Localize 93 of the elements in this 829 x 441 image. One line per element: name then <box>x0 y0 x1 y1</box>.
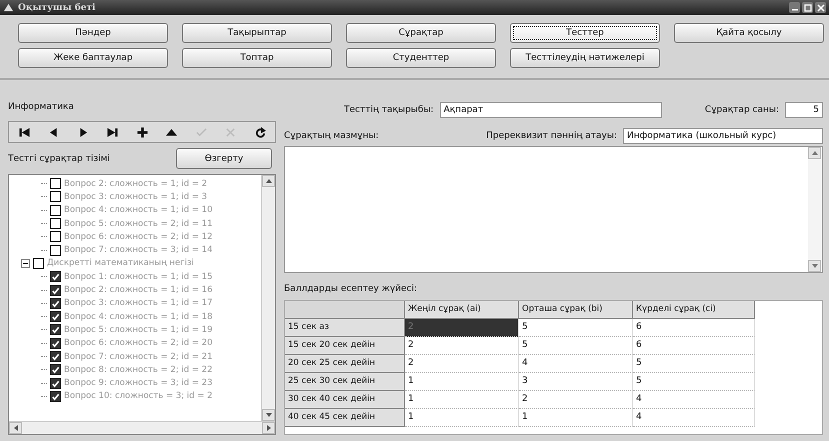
checkbox[interactable] <box>50 351 61 362</box>
content-label: Сұрақтың мазмұны: <box>284 131 379 141</box>
table-cell[interactable]: 6 <box>633 337 755 355</box>
table-cell[interactable]: 2 <box>405 337 519 355</box>
scroll-down-button[interactable] <box>262 409 275 421</box>
maximize-button[interactable] <box>802 2 813 13</box>
question-count-field[interactable]: 5 <box>785 102 823 118</box>
question-count-label: Сұрақтар саны: <box>704 105 779 115</box>
checkbox[interactable] <box>50 364 61 376</box>
right-arrow-icon <box>266 425 270 431</box>
checkbox[interactable] <box>33 258 44 269</box>
column-header: Жеңіл сұрақ (ai) <box>405 301 519 319</box>
table-cell[interactable]: 3 <box>519 373 633 391</box>
table-cell[interactable]: 4 <box>633 391 755 409</box>
checkbox[interactable] <box>50 218 61 230</box>
down-arrow-icon <box>812 264 818 268</box>
checkbox[interactable] <box>50 271 61 282</box>
checkbox[interactable] <box>50 204 61 216</box>
window-title: Оқытушы беті <box>18 2 96 12</box>
scroll-down-button[interactable] <box>808 260 821 272</box>
subject-label: Информатика <box>8 102 75 112</box>
table-cell[interactable]: 1 <box>405 409 519 427</box>
column-header: Күрделі сұрақ (ci) <box>633 301 755 319</box>
row-header: 20 сек 25 сек дейін <box>285 355 405 373</box>
maximize-icon <box>804 4 812 12</box>
checkbox[interactable] <box>50 338 61 349</box>
menu-button[interactable]: Топтар <box>182 48 332 68</box>
table-cell[interactable]: 2 <box>519 391 633 409</box>
table-cell[interactable]: 1 <box>405 391 519 409</box>
row-header: 40 сек 45 сек дейін <box>285 409 405 427</box>
scroll-left-button[interactable] <box>9 422 22 434</box>
table-cell[interactable]: 5 <box>633 355 755 373</box>
left-arrow-icon <box>48 126 59 138</box>
right-arrow-icon <box>78 126 88 138</box>
menu-button[interactable]: Қайта қосылу <box>674 23 824 43</box>
cross-icon <box>225 126 236 138</box>
plus-icon <box>136 126 148 138</box>
checkbox[interactable] <box>50 311 61 322</box>
left-arrow-icon <box>14 425 18 431</box>
scroll-right-button[interactable] <box>262 422 275 434</box>
up-arrow-icon <box>166 126 177 138</box>
menu-button[interactable]: Пәндер <box>18 23 168 43</box>
row-header: 15 сек 20 сек дейін <box>285 337 405 355</box>
checkbox[interactable] <box>50 231 61 242</box>
checkbox[interactable] <box>50 298 61 309</box>
checkbox[interactable] <box>50 191 61 202</box>
checkbox[interactable] <box>50 324 61 336</box>
skip-back-icon <box>18 126 30 138</box>
column-header: Орташа сұрақ (bi) <box>519 301 633 319</box>
scoring-title: Баллдарды есептеу жүйесі: <box>284 284 418 294</box>
checkbox[interactable] <box>50 284 61 296</box>
checkbox[interactable] <box>50 390 61 402</box>
table-cell[interactable]: 6 <box>633 319 755 337</box>
table-cell[interactable]: 4 <box>633 409 755 427</box>
row-header: 15 сек аз <box>285 319 405 337</box>
table-cell[interactable]: 5 <box>633 373 755 391</box>
table-cell[interactable]: 5 <box>519 319 633 337</box>
close-button[interactable] <box>815 2 826 13</box>
row-header: 30 сек 40 сек дейін <box>285 391 405 409</box>
up-arrow-icon <box>812 151 818 155</box>
table-cell[interactable]: 1 <box>519 409 633 427</box>
collapse-toggle[interactable] <box>21 258 30 268</box>
topic-label: Тесттің тақырыбы: <box>344 105 434 115</box>
scroll-up-button[interactable] <box>808 147 821 159</box>
skip-forward-icon <box>107 126 118 138</box>
app-icon <box>3 2 14 13</box>
edit-button[interactable]: Өзгерту <box>176 148 272 169</box>
minimize-button[interactable] <box>789 2 800 13</box>
refresh-icon <box>254 126 266 138</box>
scroll-up-button[interactable] <box>262 175 275 187</box>
menu-button[interactable]: Жеке баптаулар <box>18 48 168 68</box>
table-cell[interactable]: 1 <box>405 373 519 391</box>
row-header: 25 сек 30 сек дейін <box>285 373 405 391</box>
menu-button[interactable]: Студенттер <box>346 48 496 68</box>
table-cell[interactable]: 2 <box>405 355 519 373</box>
checkbox[interactable] <box>50 378 61 389</box>
topic-field[interactable]: Ақпарат <box>440 102 662 118</box>
checkbox[interactable] <box>50 244 61 256</box>
close-icon <box>816 4 824 12</box>
question-list-label: Тестгі сұрақтар тізімі <box>8 154 110 164</box>
table-cell[interactable]: 4 <box>519 355 633 373</box>
menu-button[interactable]: Тақырыптар <box>182 23 332 43</box>
checkbox[interactable] <box>50 178 61 190</box>
down-arrow-icon <box>266 413 272 417</box>
prerequisite-field[interactable]: Информатика (школьный курс) <box>623 128 823 144</box>
menu-button[interactable]: Тесттер <box>510 23 660 43</box>
prerequisite-label: Пререквизит пәннің атауы: <box>486 131 617 141</box>
up-arrow-icon <box>266 179 272 183</box>
minimize-icon <box>792 9 798 11</box>
table-cell[interactable]: 5 <box>519 337 633 355</box>
menu-button[interactable]: Сұрақтар <box>346 23 496 43</box>
check-icon <box>196 126 206 138</box>
menu-button[interactable]: Тесттілеудің нәтижелері <box>510 48 660 68</box>
